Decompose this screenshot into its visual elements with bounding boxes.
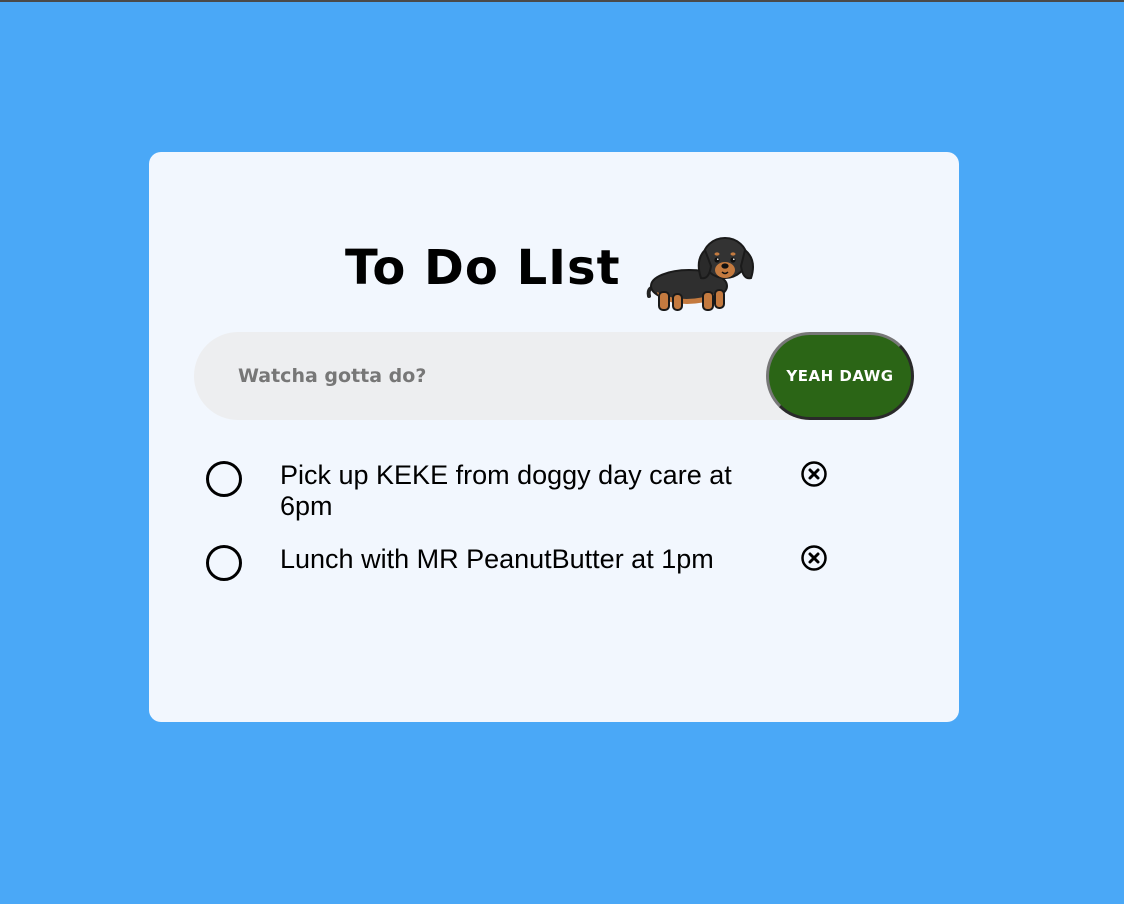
dachshund-icon — [646, 237, 754, 311]
task-text[interactable]: Lunch with MR PeanutButter at 1pm — [280, 544, 770, 575]
new-task-form: YEAH DAWG — [194, 332, 914, 420]
task-item: Lunch with MR PeanutButter at 1pm — [205, 544, 905, 604]
task-list: Pick up KEKE from doggy day care at 6pm … — [205, 460, 905, 628]
header: To Do LIst — [149, 224, 959, 314]
add-task-button[interactable]: YEAH DAWG — [766, 332, 914, 420]
circle-checkbox-icon[interactable] — [206, 461, 242, 497]
task-text[interactable]: Pick up KEKE from doggy day care at 6pm — [280, 460, 770, 522]
task-item: Pick up KEKE from doggy day care at 6pm — [205, 460, 905, 522]
circle-x-icon[interactable] — [800, 460, 828, 488]
todo-card: To Do LIst Watcha gotta do? YEAH DAWG Pi… — [149, 152, 959, 722]
window-top-border — [0, 0, 1124, 2]
circle-checkbox-icon[interactable] — [206, 545, 242, 581]
circle-x-icon[interactable] — [800, 544, 828, 572]
page-title: To Do LIst — [345, 240, 621, 296]
